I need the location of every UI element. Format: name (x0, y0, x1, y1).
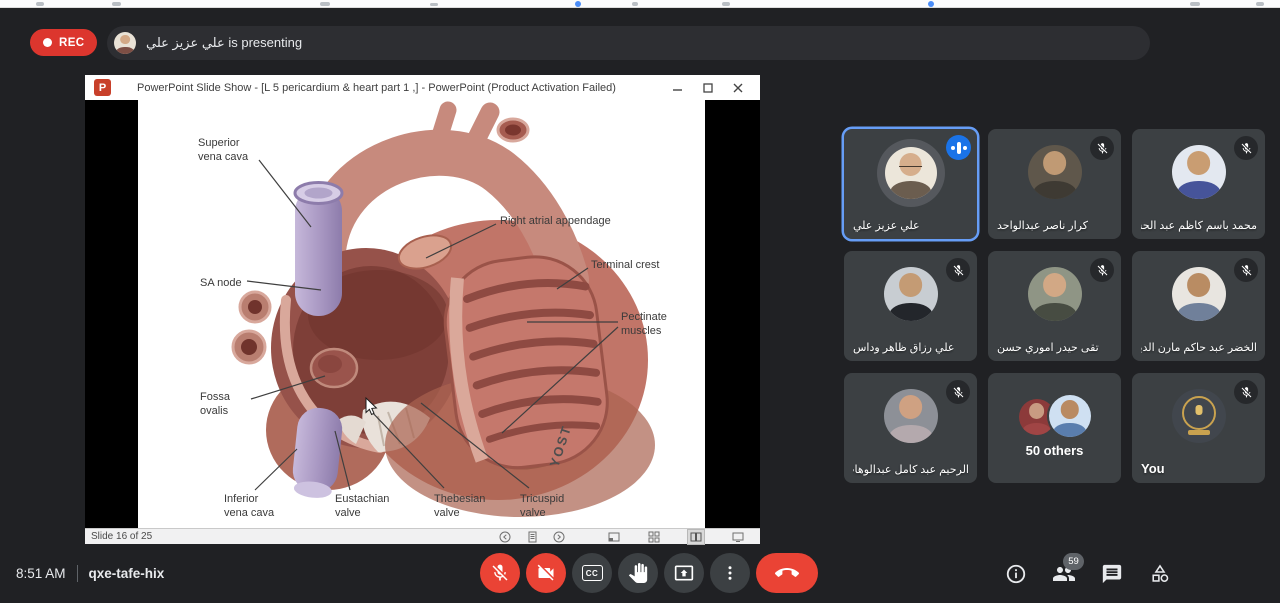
presenter-name: علي عزيز علي (146, 35, 225, 50)
camera-toggle-button[interactable] (526, 553, 566, 593)
meeting-panels: 59 (1004, 562, 1172, 586)
powerpoint-logo-icon: P (94, 79, 111, 96)
reading-view-icon (688, 530, 704, 544)
avatar (877, 139, 945, 207)
participant-name: محمد باسم كاظم عبد الحسين (1141, 219, 1257, 232)
participant-tile[interactable]: الخضر عبد حاكم مارن الدين... (1132, 251, 1265, 361)
leave-call-button[interactable] (756, 553, 818, 593)
powerpoint-titlebar: P PowerPoint Slide Show - [L 5 pericardi… (85, 75, 760, 100)
overflow-avatars (1019, 395, 1091, 439)
participant-name: علي عزيز علي (853, 219, 920, 232)
recording-indicator: REC (30, 29, 97, 56)
slide-label-inferior-vena-cava: Inferior vena cava (224, 492, 274, 521)
slide-label-tricuspid-valve: Tricuspid valve (520, 492, 564, 521)
participant-name: الرحيم عبد كامل عبدالوهاب... (853, 463, 969, 476)
avatar (1172, 267, 1226, 321)
mic-off-icon (1234, 380, 1258, 404)
close-icon (731, 81, 745, 95)
avatar (1172, 145, 1226, 199)
avatar (1028, 145, 1082, 199)
present-button[interactable] (664, 553, 704, 593)
maximize-icon (701, 81, 715, 95)
participant-name: علي رزاق ظاهر وداس (853, 341, 954, 354)
powerpoint-window-title: PowerPoint Slide Show - [L 5 pericardium… (137, 82, 616, 94)
presenting-text: علي عزيز علي is presenting (146, 35, 302, 51)
mic-off-icon (946, 380, 970, 404)
mic-off-icon (946, 258, 970, 282)
previous-slide-icon (499, 531, 511, 543)
slide-label-pectinate-muscles: Pectinate muscles (621, 310, 667, 339)
slide-label-eustachian-valve: Eustachian valve (335, 492, 389, 521)
mic-off-icon (1090, 136, 1114, 160)
shared-screen-window: P PowerPoint Slide Show - [L 5 pericardi… (85, 75, 760, 545)
mic-off-icon (1234, 258, 1258, 282)
recording-label: REC (59, 37, 84, 49)
slide-label-fossa-ovalis: Fossa ovalis (200, 390, 230, 419)
participant-tile[interactable]: الرحيم عبد كامل عبدالوهاب... (844, 373, 977, 483)
speaking-indicator-icon (946, 135, 971, 160)
heart-anatomy-slide: YOST Superior vena cava SA node Fossa ov… (138, 100, 705, 528)
slide-label-sa-node: SA node (200, 276, 242, 290)
normal-view-icon (608, 530, 620, 544)
participant-tile[interactable]: تقى حيدر اموري حسن (988, 251, 1121, 361)
divider (77, 565, 78, 582)
cc-icon: CC (582, 565, 603, 581)
activities-button[interactable] (1148, 562, 1172, 586)
meeting-details-button[interactable] (1004, 562, 1028, 586)
more-options-button[interactable] (710, 553, 750, 593)
participant-name: تقى حيدر اموري حسن (997, 341, 1099, 354)
powerpoint-slide-area: YOST Superior vena cava SA node Fossa ov… (85, 100, 760, 528)
raise-hand-button[interactable] (618, 553, 658, 593)
participant-tile-others[interactable]: 50 others (988, 373, 1121, 483)
participant-grid: علي عزيز علي كرار ناصر عبدالواحد محمد با… (844, 129, 1265, 483)
captions-button[interactable]: CC (572, 553, 612, 593)
presenting-banner: علي عزيز علي is presenting (107, 26, 1150, 60)
minimize-icon (671, 81, 685, 95)
recording-dot-icon (43, 38, 52, 47)
others-count-label: 50 others (988, 443, 1121, 458)
slide-counter: Slide 16 of 25 (91, 531, 152, 542)
participant-tile-you[interactable]: You (1132, 373, 1265, 483)
slide-label-superior-vena-cava: Superior vena cava (198, 136, 248, 165)
avatar-logo (1172, 389, 1226, 443)
mic-off-icon (1090, 258, 1114, 282)
slideshow-view-icon (732, 530, 744, 544)
mic-toggle-button[interactable] (480, 553, 520, 593)
participant-tile[interactable]: علي رزاق ظاهر وداس (844, 251, 977, 361)
meet-app: REC علي عزيز علي is presenting P PowerPo… (0, 0, 1280, 603)
slide-label-thebesian-valve: Thebesian valve (434, 492, 485, 521)
meeting-code: qxe-tafe-hix (89, 566, 165, 581)
participant-name: الخضر عبد حاكم مارن الدين... (1141, 341, 1257, 354)
meeting-info: 8:51 AM qxe-tafe-hix (16, 560, 164, 586)
presenter-avatar (114, 32, 136, 54)
avatar (1028, 267, 1082, 321)
avatar (884, 389, 938, 443)
participant-tile[interactable]: محمد باسم كاظم عبد الحسين (1132, 129, 1265, 239)
presenting-label: is presenting (228, 35, 302, 50)
clock: 8:51 AM (16, 566, 66, 581)
chat-button[interactable] (1100, 562, 1124, 586)
participant-tile[interactable]: كرار ناصر عبدالواحد (988, 129, 1121, 239)
avatar (884, 267, 938, 321)
slide-sorter-view-icon (648, 530, 660, 544)
slide-label-right-atrial-appendage: Right atrial appendage (500, 214, 611, 228)
participant-count-badge: 59 (1063, 553, 1084, 570)
participants-button[interactable]: 59 (1052, 562, 1076, 586)
mic-off-icon (1234, 136, 1258, 160)
participant-tile[interactable]: علي عزيز علي (844, 129, 977, 239)
call-controls: CC (480, 553, 818, 593)
powerpoint-statusbar: Slide 16 of 25 (85, 528, 760, 544)
slide-label-terminal-crest: Terminal crest (591, 258, 659, 272)
participant-name: كرار ناصر عبدالواحد (997, 219, 1088, 232)
browser-bookmarks-strip (0, 0, 1280, 8)
participant-name: You (1141, 461, 1165, 476)
next-slide-icon (553, 531, 565, 543)
annotation-menu-icon (526, 531, 538, 543)
